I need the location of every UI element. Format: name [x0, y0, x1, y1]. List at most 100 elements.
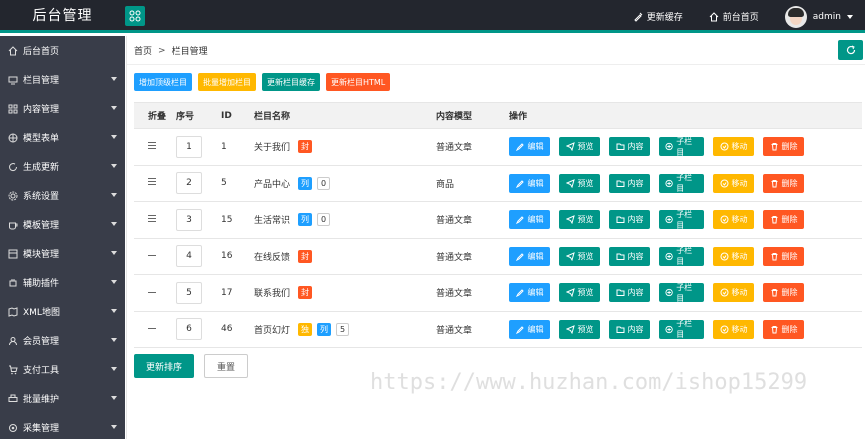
trash-icon	[771, 289, 777, 297]
app-title: 后台管理	[32, 8, 93, 24]
sidebar-item-label: 支付工具	[23, 366, 60, 376]
send-button[interactable]: 预览	[559, 210, 600, 230]
trash-button[interactable]: 删除	[763, 137, 804, 157]
send-button[interactable]: 预览	[559, 246, 600, 266]
header-model: 内容模型	[436, 102, 509, 129]
plus-circle-button[interactable]: 子栏目	[659, 210, 704, 230]
cart-icon	[9, 365, 18, 374]
op-label: 子栏目	[676, 319, 693, 340]
sidebar-item[interactable]: 栏目管理	[0, 65, 125, 94]
refresh-button[interactable]	[838, 40, 863, 60]
header-name: 栏目名称	[254, 102, 436, 129]
plus-circle-button[interactable]: 子栏目	[659, 246, 704, 266]
plus-circle-button[interactable]: 子栏目	[659, 173, 704, 193]
menu-toggle-button[interactable]	[125, 6, 145, 26]
move-button[interactable]: 移动	[713, 319, 754, 339]
action-button[interactable]: 增加顶级栏目	[134, 73, 192, 91]
send-button[interactable]: 预览	[559, 173, 600, 193]
sort-input[interactable]: 5	[176, 281, 202, 304]
minus-icon[interactable]	[148, 326, 156, 331]
print-icon	[8, 394, 18, 402]
plus-circle-button[interactable]: 子栏目	[659, 137, 704, 157]
sidebar-item[interactable]: 采集管理	[0, 413, 125, 439]
move-button[interactable]: 移动	[713, 173, 754, 193]
folder-button[interactable]: 内容	[609, 283, 650, 303]
plus-circle-icon	[665, 216, 673, 224]
sidebar-item[interactable]: 后台首页	[0, 36, 125, 65]
gear-icon	[8, 191, 18, 200]
plus-circle-button[interactable]: 子栏目	[659, 283, 704, 303]
edit-button[interactable]: 编辑	[509, 246, 550, 266]
edit-button[interactable]: 编辑	[509, 210, 550, 230]
category-tag: 列	[298, 213, 313, 227]
edit-button[interactable]: 编辑	[509, 319, 550, 339]
trash-icon	[771, 216, 777, 224]
edit-button[interactable]: 编辑	[509, 173, 550, 193]
sidebar-item[interactable]: 辅助插件	[0, 268, 125, 297]
sidebar-item[interactable]: 支付工具	[0, 355, 125, 384]
folder-button[interactable]: 内容	[609, 137, 650, 157]
header-fold: 折叠	[134, 102, 176, 129]
edit-icon	[515, 216, 524, 225]
sort-input[interactable]: 4	[176, 245, 202, 268]
folder-button[interactable]: 内容	[609, 210, 650, 230]
action-button[interactable]: 更新栏目缓存	[262, 73, 320, 91]
minus-icon[interactable]	[148, 290, 156, 295]
header-id: ID	[221, 102, 254, 129]
front-home-link[interactable]: 前台首页	[709, 10, 759, 23]
chevron-down-icon	[111, 135, 117, 139]
action-button[interactable]: 更新栏目HTML	[326, 73, 391, 91]
sidebar-item[interactable]: XML地图	[0, 297, 125, 326]
folder-button[interactable]: 内容	[609, 319, 650, 339]
send-button[interactable]: 预览	[559, 283, 600, 303]
content-model: 普通文章	[436, 289, 473, 300]
move-button[interactable]: 移动	[713, 137, 754, 157]
sidebar-item[interactable]: 内容管理	[0, 94, 125, 123]
folder-button[interactable]: 内容	[609, 246, 650, 266]
sort-input[interactable]: 1	[176, 135, 202, 158]
category-tag: 封	[298, 140, 313, 154]
row-id: 5	[221, 178, 227, 189]
edit-button[interactable]: 编辑	[509, 283, 550, 303]
minus-icon[interactable]	[148, 253, 156, 258]
chevron-down-icon	[111, 338, 117, 342]
move-button[interactable]: 移动	[713, 283, 754, 303]
folder-icon	[616, 326, 624, 333]
sidebar-item[interactable]: 会员管理	[0, 326, 125, 355]
folder-button[interactable]: 内容	[609, 173, 650, 193]
sort-input[interactable]: 6	[176, 318, 202, 341]
menu-lines-icon[interactable]	[148, 176, 156, 187]
save-order-button[interactable]: 更新排序	[134, 354, 195, 378]
send-button[interactable]: 预览	[559, 137, 600, 157]
plus-circle-button[interactable]: 子栏目	[659, 319, 704, 340]
sort-input[interactable]: 3	[176, 208, 202, 231]
reset-button[interactable]: 重置	[204, 354, 249, 378]
trash-button[interactable]: 删除	[763, 319, 804, 339]
edit-button[interactable]: 编辑	[509, 137, 550, 157]
sidebar-item[interactable]: 批量维护	[0, 384, 125, 413]
action-button[interactable]: 批量增加栏目	[198, 73, 256, 91]
trash-button[interactable]: 删除	[763, 246, 804, 266]
move-button[interactable]: 移动	[713, 246, 754, 266]
front-home-label: 前台首页	[722, 13, 759, 23]
sort-input[interactable]: 2	[176, 172, 202, 195]
table-header-row: 折叠 序号 ID 栏目名称 内容模型 操作	[134, 102, 862, 129]
move-button[interactable]: 移动	[713, 210, 754, 230]
sidebar-item[interactable]: 模型表单	[0, 123, 125, 152]
sidebar-item[interactable]: 系统设置	[0, 181, 125, 210]
update-cache-link[interactable]: 更新缓存	[633, 10, 683, 23]
sidebar-item[interactable]: 生成更新	[0, 152, 125, 181]
sidebar-item[interactable]: 模板管理	[0, 210, 125, 239]
trash-button[interactable]: 删除	[763, 173, 804, 193]
trash-button[interactable]: 删除	[763, 210, 804, 230]
user-menu[interactable]: admin	[784, 5, 853, 28]
menu-lines-icon[interactable]	[148, 213, 156, 224]
sidebar-item[interactable]: 模块管理	[0, 239, 125, 268]
trash-button[interactable]: 删除	[763, 283, 804, 303]
breadcrumb-home[interactable]: 首页	[134, 44, 152, 57]
send-button[interactable]: 预览	[559, 319, 600, 339]
menu-lines-icon[interactable]	[148, 140, 156, 151]
count-badge: 0	[317, 176, 331, 190]
sidebar-item-label: 生成更新	[23, 163, 60, 173]
sidebar-item-label: 系统设置	[23, 192, 60, 202]
